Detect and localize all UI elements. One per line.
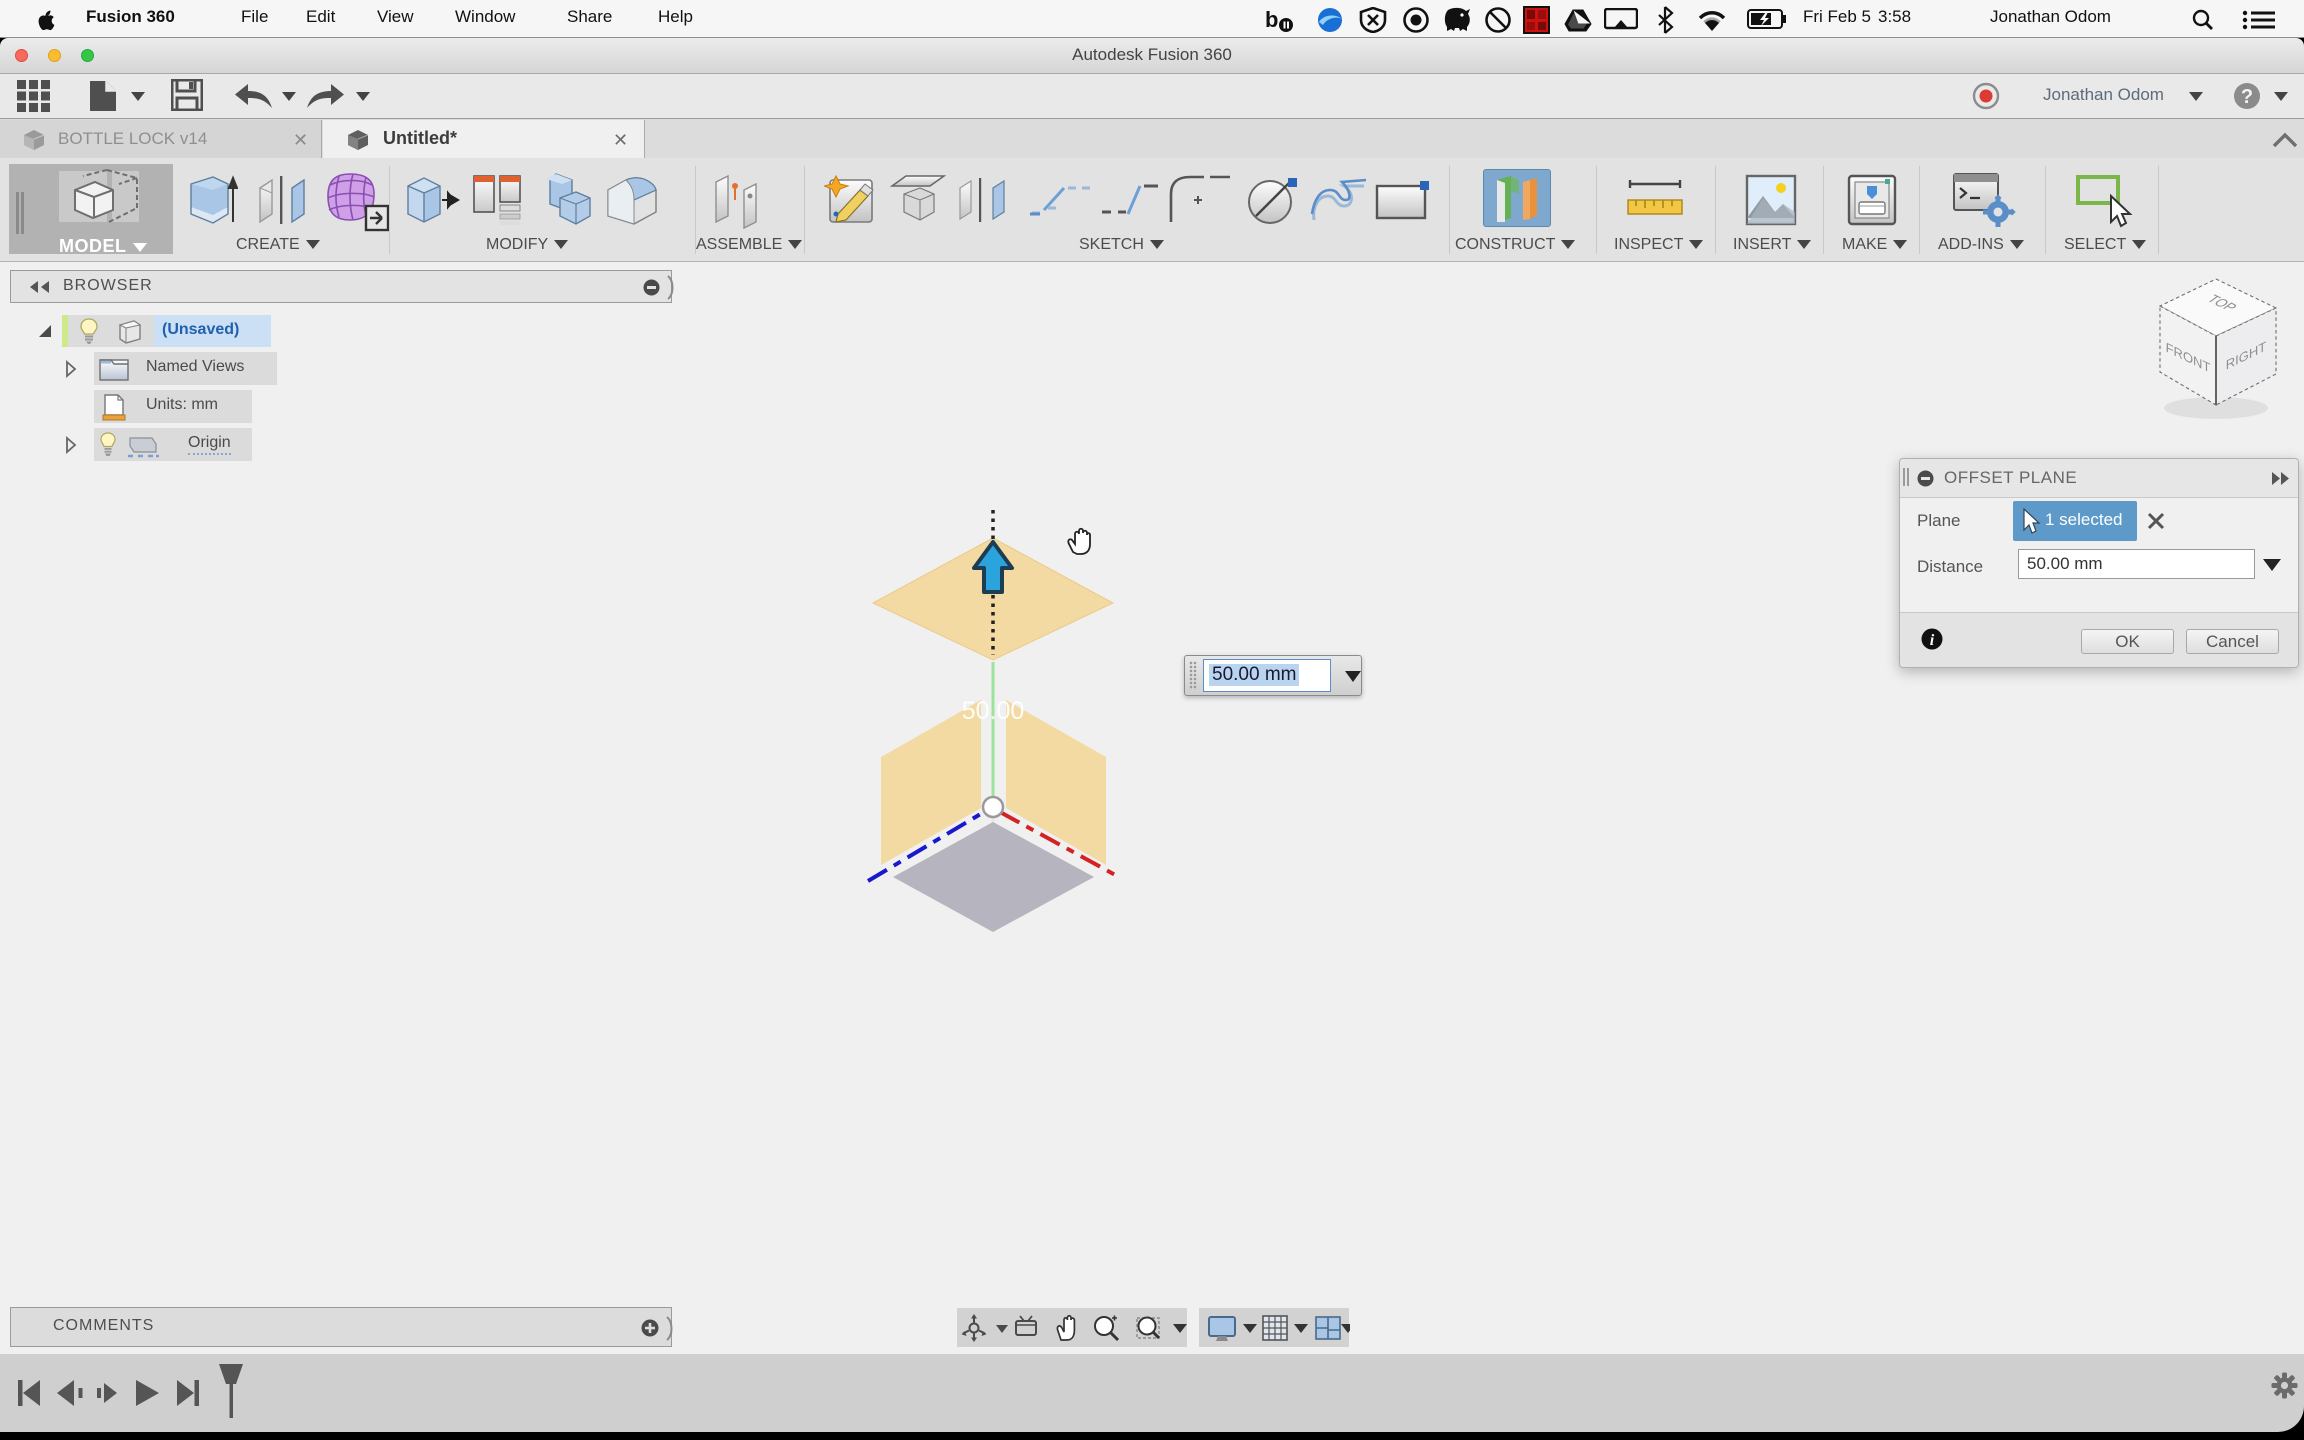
svg-text:?: ? — [2241, 86, 2253, 108]
svg-text:i: i — [1930, 632, 1935, 649]
svg-text:b: b — [1265, 7, 1278, 32]
svg-text:50.00: 50.00 — [962, 697, 1025, 725]
